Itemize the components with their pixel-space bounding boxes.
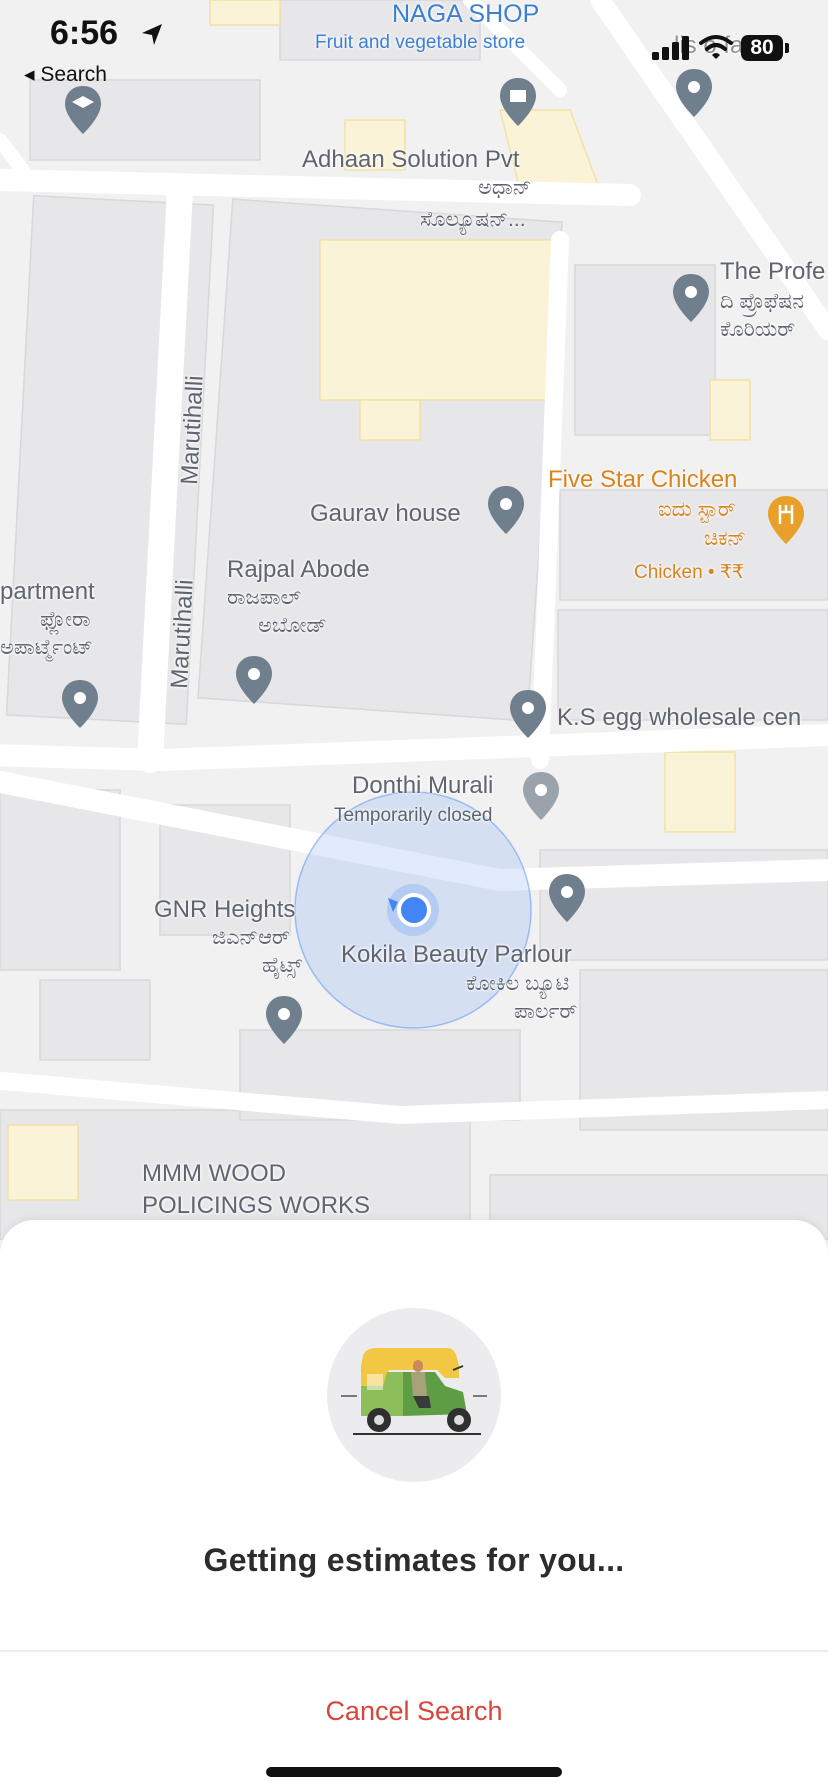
poi-category: Chicken • ₹₹ — [634, 562, 745, 583]
location-pin-icon[interactable] — [671, 272, 711, 324]
poi-status: Temporarily closed — [334, 805, 493, 826]
auto-rickshaw-illustration — [327, 1308, 501, 1482]
poi-name-local: ಹೈಟ್ಸ್ — [262, 954, 303, 977]
poi-name[interactable]: GNR Heights — [154, 896, 295, 924]
poi-name[interactable]: Adhaan Solution Pvt — [302, 146, 520, 174]
poi-name-local: ಅಪಾರ್ಟ್ಮೆಂಟ್ — [0, 636, 93, 659]
back-to-search-link[interactable]: ◂ Search — [24, 62, 107, 87]
poi-name-local: ಕೊರಿಯರ್ — [720, 318, 796, 341]
poi-name-local: ಅಧಾನ್ — [478, 176, 532, 199]
poi-name[interactable]: MMM WOOD — [142, 1160, 286, 1188]
poi-name-local: ಚಿಕನ್ — [704, 527, 747, 550]
poi-name[interactable]: Kokila Beauty Parlour — [341, 941, 572, 969]
home-indicator[interactable] — [266, 1767, 562, 1777]
current-location-dot — [397, 893, 431, 927]
location-pin-icon[interactable] — [60, 678, 100, 730]
location-pin-icon[interactable] — [264, 994, 304, 1046]
poi-name-local: ಫ್ಲೋರಾ — [40, 608, 91, 631]
location-pin-icon[interactable] — [547, 872, 587, 924]
cellular-signal-icon — [652, 36, 689, 60]
status-bar: 6:56 ◂ Search 80 — [0, 0, 828, 100]
battery-tip — [785, 43, 789, 53]
poi-name[interactable]: Five Star Chicken — [548, 466, 737, 494]
restaurant-pin-icon[interactable] — [766, 494, 806, 546]
street-label: Marutihalli — [166, 578, 199, 690]
poi-name-local: ಅಬೋಡ್ — [258, 614, 327, 637]
wifi-icon — [699, 35, 733, 59]
poi-name[interactable]: K.S egg wholesale cen — [557, 704, 801, 732]
closed-location-pin-icon[interactable] — [521, 770, 561, 822]
poi-name-local: ಜಿಎನ್ಆರ್ — [212, 926, 290, 949]
divider — [0, 1650, 828, 1652]
location-pin-icon[interactable] — [486, 484, 526, 536]
poi-name-local: ಐದು ಸ್ಟಾರ್ — [658, 498, 736, 521]
poi-name-local: ಪಾರ್ಲರ್ — [514, 1000, 578, 1023]
poi-name[interactable]: Gaurav house — [310, 500, 461, 528]
loading-message: Getting estimates for you... — [203, 1542, 625, 1578]
poi-name-local: ದಿ ಪ್ರೊಫೆಷನ — [720, 290, 805, 313]
poi-name[interactable]: Donthi Murali — [352, 772, 493, 800]
battery-level: 80 — [750, 36, 774, 59]
auto-rickshaw-icon — [341, 1348, 487, 1435]
poi-name[interactable]: POLICINGS WORKS — [142, 1192, 370, 1220]
poi-name-local: ರಾಜಪಾಲ್ — [227, 586, 301, 609]
location-pin-icon[interactable] — [508, 688, 548, 740]
poi-name-local: ಸೊಲ್ಯೂಷನ್... — [420, 208, 526, 231]
battery-icon: 80 — [741, 35, 783, 61]
poi-name-local: ಕೋಕಿಲ ಬ್ಯೂಟಿ — [466, 972, 570, 995]
map-view[interactable]: NAGA SHOP Fruit and vegetable store lis … — [0, 0, 828, 1240]
location-pin-icon[interactable] — [234, 654, 274, 706]
street-label: Marutihalli — [176, 374, 209, 486]
map-roads — [0, 0, 828, 1240]
poi-name[interactable]: The Profe — [720, 258, 825, 286]
estimate-sheet: Getting estimates for you... Cancel Sear… — [0, 1220, 828, 1792]
cancel-search-button[interactable]: Cancel Search — [0, 1696, 828, 1727]
poi-name[interactable]: partment — [0, 578, 95, 606]
status-time: 6:56 — [50, 14, 119, 52]
poi-name[interactable]: Rajpal Abode — [227, 556, 370, 584]
location-arrow-icon — [142, 24, 162, 45]
